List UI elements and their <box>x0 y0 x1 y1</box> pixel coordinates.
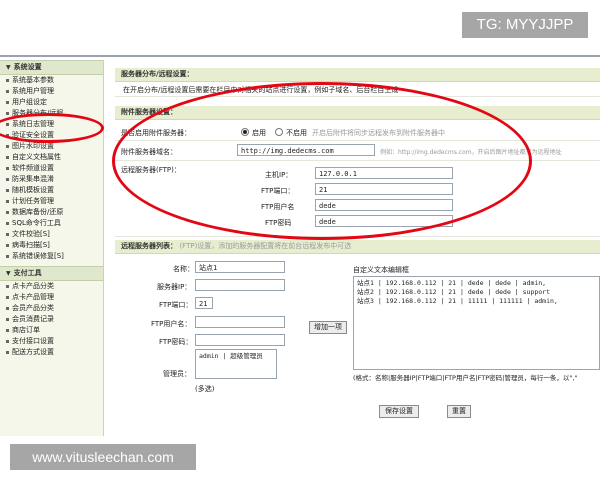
sidebar-system-item[interactable]: 软件频道设置 <box>0 163 103 174</box>
sidebar-system-item[interactable]: 系统错误修复[S] <box>0 251 103 262</box>
sidebar-system-item[interactable]: 自定义文档属性 <box>0 152 103 163</box>
sidebar-payment-item[interactable]: 支付接口设置 <box>0 336 103 347</box>
sidebar-group-system[interactable]: ▼ 系统设置 <box>0 60 103 75</box>
bullet-icon <box>6 188 9 192</box>
bullet-icon <box>6 295 9 299</box>
list-hint: (FTP)设置，添加的服务器配置将在前台远程发布中可选 <box>179 242 352 250</box>
reset-button[interactable]: 重置 <box>447 405 471 418</box>
fpass-label: FTP密码： <box>159 338 193 346</box>
sidebar-item-label: 随机模板设置 <box>12 186 54 194</box>
sidebar-system-item[interactable]: 系统基本参数 <box>0 75 103 86</box>
bullet-icon <box>6 78 9 82</box>
bullet-icon <box>6 210 9 214</box>
section-header-list: 远程服务器列表： (FTP)设置，添加的服务器配置将在前台远程发布中可选 <box>115 240 600 254</box>
fuser-label: FTP用户名： <box>151 320 192 328</box>
fuser-input[interactable] <box>195 316 285 328</box>
list-header: 远程服务器列表： <box>121 242 177 250</box>
sidebar-item-label: 系统基本参数 <box>12 76 54 84</box>
sidebar-item-label: 会员消费记录 <box>12 315 54 323</box>
section-header-remote: 服务器分布/远程设置： <box>115 68 600 82</box>
fport-label: FTP端口： <box>159 301 193 309</box>
sidebar-item-label: 软件频道设置 <box>12 164 54 172</box>
sidebar-system-item[interactable]: 病毒扫描[S] <box>0 240 103 251</box>
sidebar-item-label: 病毒扫描[S] <box>12 241 50 249</box>
sidebar-item-label: 自定义文档属性 <box>12 153 61 161</box>
sidebar-payment-item[interactable]: 会员产品分类 <box>0 303 103 314</box>
sidebar-item-label: 支付接口设置 <box>12 337 54 345</box>
sidebar-payment-item[interactable]: 点卡产品管理 <box>0 292 103 303</box>
bullet-icon <box>6 284 9 288</box>
sidebar-system-item[interactable]: 随机模板设置 <box>0 185 103 196</box>
fpass-input[interactable] <box>195 334 285 346</box>
sidebar-item-label: 会员产品分类 <box>12 304 54 312</box>
sidebar-system-item[interactable]: 计划任务管理 <box>0 196 103 207</box>
sidebar-group-payment[interactable]: ▼ 支付工具 <box>0 266 103 281</box>
sidebar-item-label: 图片水印设置 <box>12 142 54 150</box>
admin-select[interactable]: admin | 超级管理员 <box>195 349 277 379</box>
add-item-button[interactable]: 增加一项 <box>309 321 347 334</box>
multi-select-hint: (多选) <box>195 385 215 393</box>
format-hint: (格式：名称|服务器IP|FTP端口|FTP用户名|FTP密码|管理员，每行一条… <box>353 374 578 382</box>
custom-text-editor[interactable]: 站点1 | 192.168.0.112 | 21 | dede | dede |… <box>353 276 600 370</box>
sidebar-item-label: SQL命令行工具 <box>12 219 61 227</box>
sidebar-system-item[interactable]: 系统用户管理 <box>0 86 103 97</box>
sidebar-system-item[interactable]: 用户组设定 <box>0 97 103 108</box>
bullet-icon <box>6 177 9 181</box>
annotation-ellipse-settings <box>112 82 532 240</box>
sidebar-payment-item[interactable]: 商店订单 <box>0 325 103 336</box>
sidebar-item-label: 点卡产品管理 <box>12 293 54 301</box>
sidebar-payment-item[interactable]: 配送方式设置 <box>0 347 103 358</box>
sidebar-item-label: 系统用户管理 <box>12 87 54 95</box>
admin-label: 管理员： <box>163 370 191 378</box>
sidebar-system-item[interactable]: 数据库备份/还原 <box>0 207 103 218</box>
bullet-icon <box>6 155 9 159</box>
sidebar-item-label: 文件校验[S] <box>12 230 50 238</box>
name-label: 名称： <box>173 265 194 273</box>
fport-input[interactable]: 21 <box>195 297 213 309</box>
collapse-triangle-icon: ▼ <box>6 270 11 277</box>
bullet-icon <box>6 328 9 332</box>
collapse-triangle-icon: ▼ <box>6 64 11 71</box>
bullet-icon <box>6 339 9 343</box>
sidebar-group-title: 系统设置 <box>13 63 42 71</box>
sidebar-payment-item[interactable]: 点卡产品分类 <box>0 281 103 292</box>
editor-label: 自定义文本编辑框 <box>353 266 409 274</box>
watermark-top: TG: MYYJJPP <box>462 12 588 38</box>
sidebar-item-label: 系统错误修复[S] <box>12 252 64 260</box>
bullet-icon <box>6 243 9 247</box>
ip-label: 服务器IP： <box>157 283 192 291</box>
bullet-icon <box>6 89 9 93</box>
bullet-icon <box>6 350 9 354</box>
sidebar-payment-item[interactable]: 会员消费记录 <box>0 314 103 325</box>
bullet-icon <box>6 254 9 258</box>
sidebar-item-label: 点卡产品分类 <box>12 282 54 290</box>
sidebar-item-label: 商店订单 <box>12 326 40 334</box>
bullet-icon <box>6 221 9 225</box>
name-input[interactable]: 站点1 <box>195 261 285 273</box>
sidebar-item-label: 数据库备份/还原 <box>12 208 64 216</box>
sidebar-system-item[interactable]: 文件校验[S] <box>0 229 103 240</box>
sidebar-system-item[interactable]: 防采集串混淆 <box>0 174 103 185</box>
sidebar-group-title: 支付工具 <box>13 269 42 277</box>
bullet-icon <box>6 111 9 115</box>
sidebar-item-label: 防采集串混淆 <box>12 175 54 183</box>
bullet-icon <box>6 232 9 236</box>
sidebar-item-label: 用户组设定 <box>12 98 47 106</box>
top-divider <box>0 55 600 57</box>
save-button[interactable]: 保存设置 <box>379 405 419 418</box>
bullet-icon <box>6 166 9 170</box>
ip-input[interactable] <box>195 279 285 291</box>
bullet-icon <box>6 317 9 321</box>
bullet-icon <box>6 306 9 310</box>
bullet-icon <box>6 100 9 104</box>
bullet-icon <box>6 144 9 148</box>
sidebar-item-label: 计划任务管理 <box>12 197 54 205</box>
sidebar-item-label: 配送方式设置 <box>12 348 54 356</box>
sidebar-system-item[interactable]: SQL命令行工具 <box>0 218 103 229</box>
bullet-icon <box>6 199 9 203</box>
watermark-bottom: www.vitusleechan.com <box>10 444 196 470</box>
